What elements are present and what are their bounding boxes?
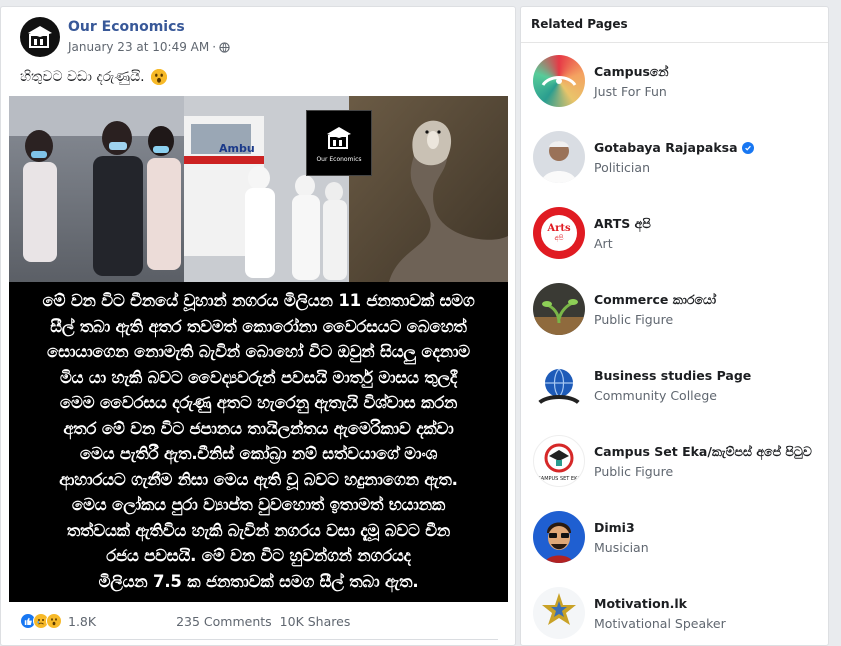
related-page-item[interactable]: Business studies Page Community College — [533, 359, 823, 415]
related-page-item[interactable]: Campusනේ Just For Fun — [533, 55, 823, 111]
related-page-item[interactable]: CAMPUS SET EKA Campus Set Eka/කැම්පස් අප… — [533, 435, 823, 491]
photo-collage: Ambu — [9, 96, 508, 282]
our-economics-logo-icon — [28, 26, 52, 48]
campus-set-eka-logo-icon: CAMPUS SET EKA — [537, 443, 581, 482]
related-page-item[interactable]: Motivation.lk Motivational Speaker — [533, 587, 823, 643]
related-page-category: Community College — [594, 388, 717, 403]
post-footer: 1.8K 235 Comments 10K Shares — [20, 609, 498, 633]
related-pages-divider — [521, 42, 828, 43]
related-page-name[interactable]: Gotabaya Rajapaksa — [594, 140, 754, 155]
cartoon-face-icon — [545, 522, 573, 563]
graduation-cap-logo-icon — [327, 127, 351, 149]
money-plant-icon — [533, 299, 585, 335]
post-timestamp[interactable]: January 23 at 10:49 AM — [68, 40, 209, 54]
our-economics-watermark: Our Economics — [306, 110, 372, 176]
image-text-line: ආහාරයට ගැනීම නිසා මෙය ඇති වූ බවට හදුනාගෙ… — [59, 469, 458, 489]
related-page-category: Public Figure — [594, 312, 674, 327]
astonished-face-emoji-icon — [150, 69, 167, 85]
image-text-line: සීල් තබා ඇති අතර තවමත් කොරෝනා වෛරසයට බෙහ… — [50, 316, 467, 336]
related-page-name[interactable]: Campus Set Eka/කැම්පස් අපේ පිටුව — [594, 444, 812, 460]
wow-reaction-icon — [46, 613, 62, 629]
related-page-category: Art — [594, 236, 613, 251]
related-page-avatar[interactable] — [533, 511, 585, 563]
svg-text:CAMPUS SET EKA: CAMPUS SET EKA — [537, 476, 581, 482]
related-page-name[interactable]: Motivation.lk — [594, 596, 687, 611]
related-page-category: Public Figure — [594, 464, 674, 479]
related-page-category: Motivational Speaker — [594, 616, 726, 631]
post-text: හිතුවට වඩා දරුණුයි. — [20, 69, 167, 85]
related-page-item[interactable]: Commerce කාරයෝ Public Figure — [533, 283, 823, 339]
globe-people-icon — [537, 368, 581, 405]
image-text-line: තත්වයක් ඇතිවිය හැකි බැවින් නගරය වසා දැමූ… — [66, 520, 451, 540]
image-text-line: රජය පවසයි. මේ වන විට හුවන්ගන් නගරයද — [106, 546, 411, 565]
post-message: හිතුවට වඩා දරුණුයි. — [20, 69, 145, 85]
star-crown-logo-icon — [542, 593, 576, 625]
footer-divider — [20, 639, 498, 640]
verified-badge-icon — [741, 141, 754, 154]
related-pages-panel: Related Pages Campusනේ Just For Fun Gota… — [520, 6, 829, 646]
campus-logo-icon — [541, 76, 577, 86]
related-page-avatar[interactable] — [533, 359, 585, 411]
related-page-category: Just For Fun — [594, 84, 667, 99]
related-page-item[interactable]: Arts අපි ARTS අපි Art — [533, 207, 823, 263]
image-text-line: මේ වන විට චීනයේ වූහාන් නගරය මිලියන 11 ජන… — [42, 291, 475, 310]
meta-separator: · — [212, 40, 217, 54]
related-page-avatar[interactable] — [533, 587, 585, 639]
related-page-avatar[interactable]: Arts අපි — [533, 207, 585, 259]
image-text-line: මෙම වෛරසය දරුණු අතට හැරෙනු ඇතැයි විශ්වාස… — [59, 393, 458, 412]
post-image[interactable]: Ambu Our Economics මේ වන විට චීනයේ වූහාන… — [9, 96, 508, 602]
image-text-line: මෙය ලෝකය පුරා ව්‍යාප්ත වුවහොත් ඉතාමත් භය… — [71, 495, 446, 514]
page-name-link[interactable]: Our Economics — [68, 19, 185, 35]
page-avatar[interactable] — [20, 17, 60, 57]
arts-avatar-sub: අපි — [554, 233, 564, 242]
related-page-name[interactable]: Campusනේ — [594, 64, 669, 80]
related-page-category: Politician — [594, 160, 650, 175]
image-text-line: සොයාගෙන නොමැති බැවින් බොහෝ විට ඔවුන් සිය… — [47, 342, 470, 361]
globe-icon[interactable] — [219, 41, 230, 53]
watermark-caption: Our Economics — [316, 156, 362, 163]
related-page-avatar[interactable]: CAMPUS SET EKA — [533, 435, 585, 487]
reaction-count[interactable]: 1.8K — [68, 614, 96, 629]
post-meta: January 23 at 10:49 AM · — [68, 40, 230, 54]
image-text-line: මෙය පැතිරී ඇත.චීනිස් කෝබ්‍රා නම් සත්වයාග… — [79, 444, 438, 463]
arts-avatar-text: Arts — [547, 222, 571, 234]
related-page-item[interactable]: Dimi3 Musician — [533, 511, 823, 567]
related-page-name[interactable]: Business studies Page — [594, 368, 751, 383]
related-page-avatar[interactable] — [533, 131, 585, 183]
related-page-name[interactable]: Commerce කාරයෝ — [594, 292, 716, 308]
post-card: Our Economics January 23 at 10:49 AM · හ… — [0, 6, 516, 646]
comments-count-link[interactable]: 235 Comments — [176, 614, 272, 629]
image-text-line: මිය යා හැකි බවට වෛද්‍යවරුන් පවසයි මාර්තු… — [59, 367, 458, 387]
related-page-name[interactable]: ARTS අපි — [594, 216, 651, 232]
ambulance-label: Ambu — [219, 142, 255, 155]
related-page-item[interactable]: Gotabaya Rajapaksa Politician — [533, 131, 823, 187]
related-pages-title: Related Pages — [531, 17, 628, 31]
image-text-line: අතර මේ වන විට ජපානය තායිලන්තය ඇමෙරිකාව ද… — [63, 418, 454, 438]
image-text-block: මේ වන විට චීනයේ වූහාන් නගරය මිලියන 11 ජන… — [9, 288, 508, 594]
shares-count-link[interactable]: 10K Shares — [280, 614, 351, 629]
image-text-line: මිලියන 7.5 ක ජනතාවක් සමග සීල් තබා ඇත. — [98, 571, 419, 591]
reaction-icons[interactable] — [20, 613, 62, 629]
related-page-avatar[interactable] — [533, 55, 585, 107]
related-page-category: Musician — [594, 540, 649, 555]
related-page-avatar[interactable] — [533, 283, 585, 335]
related-page-name[interactable]: Dimi3 — [594, 520, 635, 535]
person-portrait-icon — [541, 141, 577, 183]
